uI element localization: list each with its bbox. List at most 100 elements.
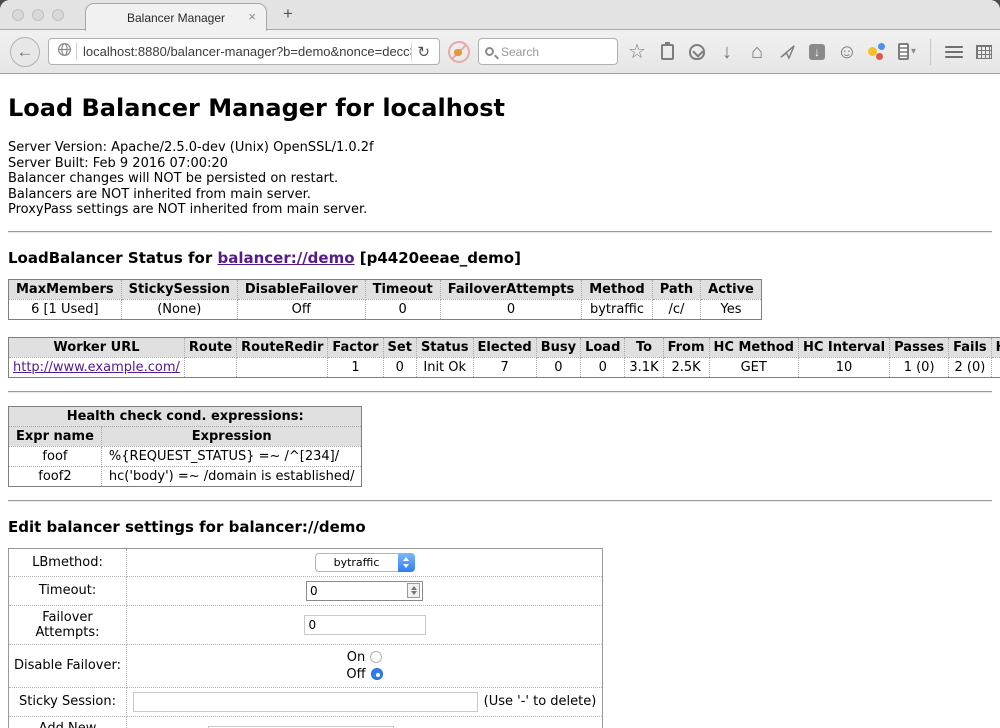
tab-title: Balancer Manager bbox=[127, 11, 225, 25]
cell-set: 0 bbox=[383, 357, 416, 377]
timeout-label: Timeout: bbox=[9, 576, 127, 605]
divider bbox=[8, 391, 992, 393]
sticky-session-input[interactable] bbox=[133, 692, 478, 712]
cell-from: 2.5K bbox=[663, 357, 709, 377]
failover-attempts-cell bbox=[127, 605, 603, 644]
add-worker-label: Add New Worker: bbox=[9, 716, 127, 728]
cell-worker-url: http://www.example.com/ bbox=[9, 357, 185, 377]
toolbar-separator bbox=[930, 39, 931, 65]
table-title-row: Health check cond. expressions: bbox=[9, 406, 362, 426]
menu-button[interactable] bbox=[943, 39, 965, 65]
sticky-session-label: Sticky Session: bbox=[9, 687, 127, 716]
new-tab-button[interactable]: + bbox=[283, 4, 293, 24]
balancers-note-line: Balancers are NOT inherited from main se… bbox=[8, 187, 992, 203]
cell-path: /c/ bbox=[652, 299, 700, 319]
bookmark-star-icon[interactable]: ☆ bbox=[626, 39, 648, 65]
select-stepper-icon bbox=[398, 553, 415, 572]
battery-icon bbox=[898, 43, 909, 60]
tab-balancer-manager[interactable]: Balancer Manager × bbox=[85, 3, 267, 31]
lbmethod-label: LBmethod: bbox=[9, 548, 127, 576]
home-icon[interactable]: ⌂ bbox=[746, 39, 768, 65]
lbmethod-cell: bytraffic bbox=[127, 548, 603, 576]
url-bar[interactable]: ↻ bbox=[48, 38, 440, 65]
feedback-smiley-icon[interactable]: ☺ bbox=[836, 39, 858, 65]
form-row-sticky-session: Sticky Session: (Use '-' to delete) bbox=[9, 687, 603, 716]
col-stickysession: StickySession bbox=[121, 279, 237, 299]
cell-elected: 7 bbox=[473, 357, 536, 377]
search-input[interactable] bbox=[499, 44, 599, 60]
balancer-demo-link[interactable]: balancer://demo bbox=[217, 249, 354, 267]
tab-close-icon[interactable]: × bbox=[248, 10, 256, 23]
form-row-timeout: Timeout: bbox=[9, 576, 603, 605]
table-row: foof2 hc('body') =~ /domain is establish… bbox=[9, 466, 362, 486]
server-built-line: Server Built: Feb 9 2016 07:00:20 bbox=[8, 156, 992, 172]
minimize-window-button[interactable] bbox=[32, 9, 44, 21]
col-status: Status bbox=[416, 337, 473, 357]
reload-icon[interactable]: ↻ bbox=[411, 43, 435, 61]
session-manager-icon[interactable]: ▾ bbox=[896, 39, 918, 65]
proxypass-note-line: ProxyPass settings are NOT inherited fro… bbox=[8, 202, 992, 218]
extension-download-icon[interactable]: ↓ bbox=[806, 39, 828, 65]
status-heading-prefix: LoadBalancer Status for bbox=[8, 249, 217, 267]
content-blocker-icon[interactable] bbox=[448, 41, 470, 63]
col-path: Path bbox=[652, 279, 700, 299]
timeout-input[interactable] bbox=[307, 583, 407, 599]
col-disablefailover: DisableFailover bbox=[237, 279, 365, 299]
search-bar[interactable] bbox=[478, 38, 618, 65]
number-stepper-icon[interactable] bbox=[407, 583, 420, 598]
window-controls bbox=[12, 9, 64, 21]
downloads-icon[interactable]: ↓ bbox=[716, 39, 738, 65]
box-down-arrow-icon: ↓ bbox=[809, 44, 825, 60]
hamburger-icon bbox=[945, 46, 963, 58]
close-window-button[interactable] bbox=[12, 9, 24, 21]
col-worker-url: Worker URL bbox=[9, 337, 185, 357]
zoom-window-button[interactable] bbox=[52, 9, 64, 21]
col-set: Set bbox=[383, 337, 416, 357]
pocket-chevron-icon bbox=[689, 44, 705, 60]
url-input[interactable] bbox=[83, 44, 411, 59]
col-load: Load bbox=[581, 337, 625, 357]
page-title: Load Balancer Manager for localhost bbox=[8, 94, 992, 122]
tab-groups-button[interactable] bbox=[973, 39, 995, 65]
edit-balancer-heading: Edit balancer settings for balancer://de… bbox=[8, 518, 992, 536]
cell-route bbox=[184, 357, 236, 377]
pocket-icon[interactable] bbox=[686, 39, 708, 65]
add-worker-cell: Are you sure? bbox=[127, 716, 603, 728]
cell-expr-name: foof2 bbox=[9, 466, 102, 486]
sticky-session-note: (Use '-' to delete) bbox=[484, 694, 597, 709]
loadbalancer-status-heading: LoadBalancer Status for balancer://demo … bbox=[8, 249, 992, 267]
col-routeredir: RouteRedir bbox=[237, 337, 328, 357]
disable-failover-label: Disable Failover: bbox=[9, 644, 127, 687]
timeout-field-wrap bbox=[306, 581, 423, 601]
radio-off[interactable] bbox=[371, 668, 383, 680]
failover-attempts-label: Failover Attempts: bbox=[9, 605, 127, 644]
table-header-row: Expr name Expression bbox=[9, 426, 362, 446]
col-passes: Passes bbox=[890, 337, 949, 357]
balancer-status-table: MaxMembers StickySession DisableFailover… bbox=[8, 279, 762, 320]
col-expr-name: Expr name bbox=[9, 426, 102, 446]
col-fails: Fails bbox=[949, 337, 992, 357]
bookmarks-menu-icon[interactable] bbox=[656, 39, 678, 65]
col-active: Active bbox=[701, 279, 762, 299]
radio-on[interactable] bbox=[370, 651, 382, 663]
col-failoverattempts: FailoverAttempts bbox=[440, 279, 582, 299]
cell-expression: %{REQUEST_STATUS} =~ /^[234]/ bbox=[101, 446, 362, 466]
url-separator bbox=[76, 43, 77, 60]
lbmethod-select[interactable]: bytraffic bbox=[315, 553, 415, 572]
radio-off-row: Off bbox=[130, 666, 599, 683]
clipboard-icon bbox=[661, 44, 674, 60]
lbmethod-selected-value: bytraffic bbox=[334, 556, 380, 569]
radio-off-label: Off bbox=[346, 667, 365, 682]
divider bbox=[8, 231, 992, 233]
server-version-line: Server Version: Apache/2.5.0-dev (Unix) … bbox=[8, 140, 992, 156]
table-header-row: MaxMembers StickySession DisableFailover… bbox=[9, 279, 762, 299]
form-row-disable-failover: Disable Failover: On Off bbox=[9, 644, 603, 687]
worker-status-table: Worker URL Route RouteRedir Factor Set S… bbox=[8, 337, 1000, 378]
send-tab-icon[interactable] bbox=[776, 39, 798, 65]
back-button[interactable]: ← bbox=[10, 37, 40, 67]
cell-disablefailover: Off bbox=[237, 299, 365, 319]
multi-color-extension-icon[interactable] bbox=[866, 39, 888, 65]
cell-expr-name: foof bbox=[9, 446, 102, 466]
failover-attempts-input[interactable] bbox=[304, 615, 426, 635]
worker-url-link[interactable]: http://www.example.com/ bbox=[13, 360, 180, 375]
